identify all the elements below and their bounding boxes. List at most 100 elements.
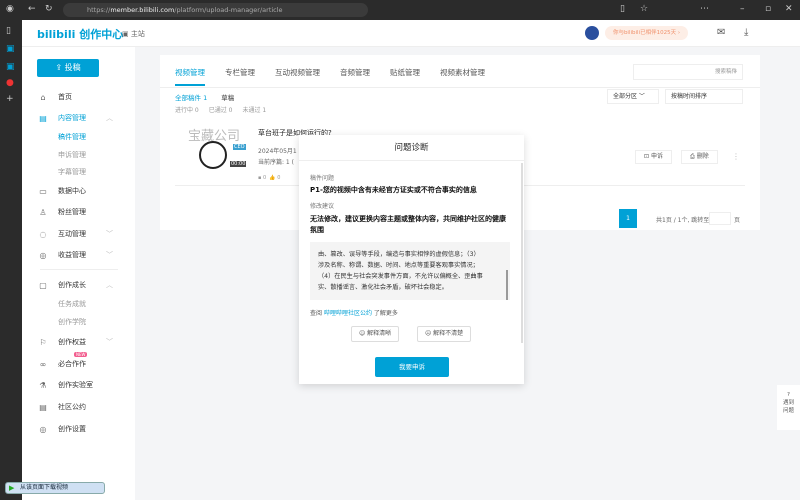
- tab-material[interactable]: 视频素材管理: [440, 67, 485, 86]
- sidebar-item-home[interactable]: ⌂ 首页: [22, 89, 135, 105]
- home-icon: ⌂: [40, 92, 46, 102]
- issue-text: P1-您的视频中含有未经官方证实或不符合事实的信息: [310, 186, 477, 194]
- home-link[interactable]: ▣ 主站: [122, 29, 145, 39]
- split-icon[interactable]: ▯: [620, 4, 625, 14]
- growth-icon: ▢: [39, 280, 47, 290]
- search-input[interactable]: 搜索稿件 ⌕: [633, 64, 743, 80]
- collab-icon: ∞: [39, 359, 47, 369]
- tab-audio[interactable]: 音频管理: [340, 67, 370, 86]
- settings-icon: ◎: [39, 424, 47, 434]
- tabs-icon[interactable]: ▯: [6, 26, 11, 36]
- address-bar[interactable]: https://member.bilibili.com/platform/upl…: [63, 3, 368, 17]
- pagination-info: 共1页 / 1个, 跳转至: [656, 217, 710, 224]
- bilibili-tab-icon[interactable]: ▣: [6, 62, 15, 72]
- chevron-up-icon: ︿: [106, 114, 113, 122]
- filter-draft[interactable]: 草稿: [221, 92, 234, 102]
- video-sequence: 当前序篇: 1 (: [258, 159, 294, 166]
- sidebar-item-interaction[interactable]: ◌ 互动管理 ﹀: [22, 226, 135, 242]
- logo[interactable]: bilibili 创作中心: [37, 26, 123, 42]
- chevron-down-icon: ﹀: [106, 230, 113, 238]
- refresh-icon[interactable]: ↻: [45, 4, 53, 14]
- sidebar-item-data[interactable]: ▭ 数据中心: [22, 183, 135, 199]
- site-header: bilibili 创作中心 ▣ 主站 你与bilibili已相伴1025天 › …: [22, 20, 800, 47]
- sidebar-item-content[interactable]: ▤ 内容管理 ︿: [22, 110, 135, 126]
- help-button[interactable]: ? 遇到 问题: [777, 385, 800, 430]
- question-icon: ?: [787, 392, 790, 398]
- upload-button[interactable]: ⇪ 投稿: [37, 59, 99, 77]
- appeal-submit-button[interactable]: 我要申诉: [375, 357, 449, 377]
- filter-passed[interactable]: 已通过 0: [209, 105, 233, 114]
- mail-icon[interactable]: ✉: [717, 27, 725, 38]
- appeal-button[interactable]: ⊡ 申诉: [635, 150, 672, 164]
- video-date: 2024年05月1: [258, 148, 297, 155]
- page-jump-input[interactable]: [709, 212, 731, 225]
- sidebar-item-academy[interactable]: 创作学院: [22, 314, 135, 330]
- unhelpful-button[interactable]: ☹ 解释不清楚: [417, 326, 472, 342]
- tab-sticker[interactable]: 贴纸管理: [390, 67, 420, 86]
- detail-box[interactable]: 由、篡改、误导等手段，编造与事实相悖的虚假信息；（3） 涉及名称、称谓、数据、时间…: [310, 242, 510, 300]
- filter-failed[interactable]: 未通过 1: [242, 105, 266, 114]
- book-icon: ▤: [39, 402, 47, 412]
- sort-select[interactable]: 按稿时间排序: [665, 89, 743, 104]
- back-icon[interactable]: ←: [28, 4, 36, 14]
- sidebar-item-collab[interactable]: ∞ 必合作作 NEW: [22, 352, 135, 372]
- maximize-icon[interactable]: ▫: [765, 4, 771, 14]
- user-icon: ♙: [39, 207, 47, 217]
- divider: [40, 269, 118, 270]
- page-button-1[interactable]: 1: [619, 209, 637, 228]
- cartoon-face: [199, 141, 227, 169]
- more-icon[interactable]: ⋯: [700, 4, 709, 14]
- tab-interactive-video[interactable]: 互动视频管理: [275, 67, 320, 86]
- filter-in-progress[interactable]: 进行中 0: [175, 105, 199, 114]
- sidebar-item-appeals[interactable]: 申诉管理: [22, 147, 135, 163]
- close-icon[interactable]: ✕: [785, 4, 793, 14]
- avatar[interactable]: [585, 26, 599, 40]
- download-video-bar[interactable]: 从该页面下载视频: [5, 482, 105, 494]
- document-icon: ▤: [39, 113, 47, 123]
- sidebar-item-growth[interactable]: ▢ 创作成长 ︿: [22, 277, 135, 293]
- more-icon[interactable]: ⋮: [732, 152, 740, 161]
- chevron-up-icon: ︿: [106, 281, 113, 289]
- dialog-title: 问题诊断: [299, 135, 524, 161]
- video-thumbnail[interactable]: 宝藏公司 CEO 00:00: [185, 125, 253, 170]
- zone-select[interactable]: 全部分区 ﹀: [607, 89, 659, 104]
- sidebar-item-subtitles[interactable]: 字幕管理: [22, 164, 135, 180]
- bilibili-tab-icon[interactable]: ▣: [6, 44, 15, 54]
- search-icon[interactable]: ⌕: [734, 65, 737, 79]
- tab-video[interactable]: 视频管理: [175, 67, 205, 86]
- new-badge: NEW: [74, 352, 88, 357]
- sidebar-item-income[interactable]: ◎ 收益管理 ﹀: [22, 247, 135, 263]
- chat-icon: ◌: [39, 229, 47, 239]
- tab-bar: 视频管理 专栏管理 互动视频管理 音频管理 贴纸管理 视频素材管理: [175, 67, 485, 86]
- community-convention-link[interactable]: 哔哩哔哩社区公约: [324, 310, 372, 317]
- video-stats: ▪ 0 👍 0: [258, 175, 281, 181]
- sidebar-item-convention[interactable]: ▤ 社区公约: [22, 399, 135, 415]
- tab-column[interactable]: 专栏管理: [225, 67, 255, 86]
- filter-all[interactable]: 全部稿件 1: [175, 92, 207, 102]
- chevron-down-icon: ﹀: [106, 338, 113, 346]
- comment-icon: ▪: [258, 175, 262, 181]
- divider: [160, 87, 760, 88]
- chevron-down-icon: ﹀: [106, 251, 113, 259]
- profile-icon[interactable]: ◉: [6, 4, 14, 14]
- sidebar-item-rights[interactable]: ⚐ 创作权益 ﹀: [22, 334, 135, 350]
- youtube-tab-icon[interactable]: ●: [6, 78, 14, 88]
- sidebar-item-fans[interactable]: ♙ 粉丝管理: [22, 204, 135, 220]
- scrollbar[interactable]: [506, 270, 508, 300]
- helpful-button[interactable]: ☺ 解释清晰: [351, 326, 400, 342]
- minimize-icon[interactable]: –: [740, 4, 745, 14]
- sidebar-item-lab[interactable]: ⚗ 创作实验室: [22, 377, 135, 393]
- scrollbar[interactable]: [521, 163, 523, 343]
- favorites-icon[interactable]: ☆: [640, 4, 648, 14]
- sidebar-item-manuscripts[interactable]: 稿件管理: [22, 129, 135, 145]
- sidebar: ⇪ 投稿 ⌂ 首页 ▤ 内容管理 ︿ 稿件管理 申诉管理 字幕管理 ▭ 数据中心 ♙ 粉丝…: [22, 47, 135, 500]
- delete-button[interactable]: ⎙ 删除: [681, 150, 718, 164]
- sidebar-item-settings[interactable]: ◎ 创作设置: [22, 421, 135, 437]
- download-icon[interactable]: ⤓: [744, 27, 748, 38]
- browser-toolbar: ◉ ← ↻ https://member.bilibili.com/platfo…: [0, 0, 800, 20]
- sidebar-item-tasks[interactable]: 任务成就: [22, 296, 135, 312]
- diagnosis-dialog: 问题诊断 稿件问题 P1-您的视频中含有未经官方证实或不符合事实的信息 修改建议…: [299, 135, 524, 384]
- add-tab-icon[interactable]: +: [6, 94, 14, 104]
- anniversary-badge[interactable]: 你与bilibili已相伴1025天 ›: [605, 26, 688, 40]
- browser-sidebar: ▯ ▣ ▣ ● +: [0, 20, 22, 500]
